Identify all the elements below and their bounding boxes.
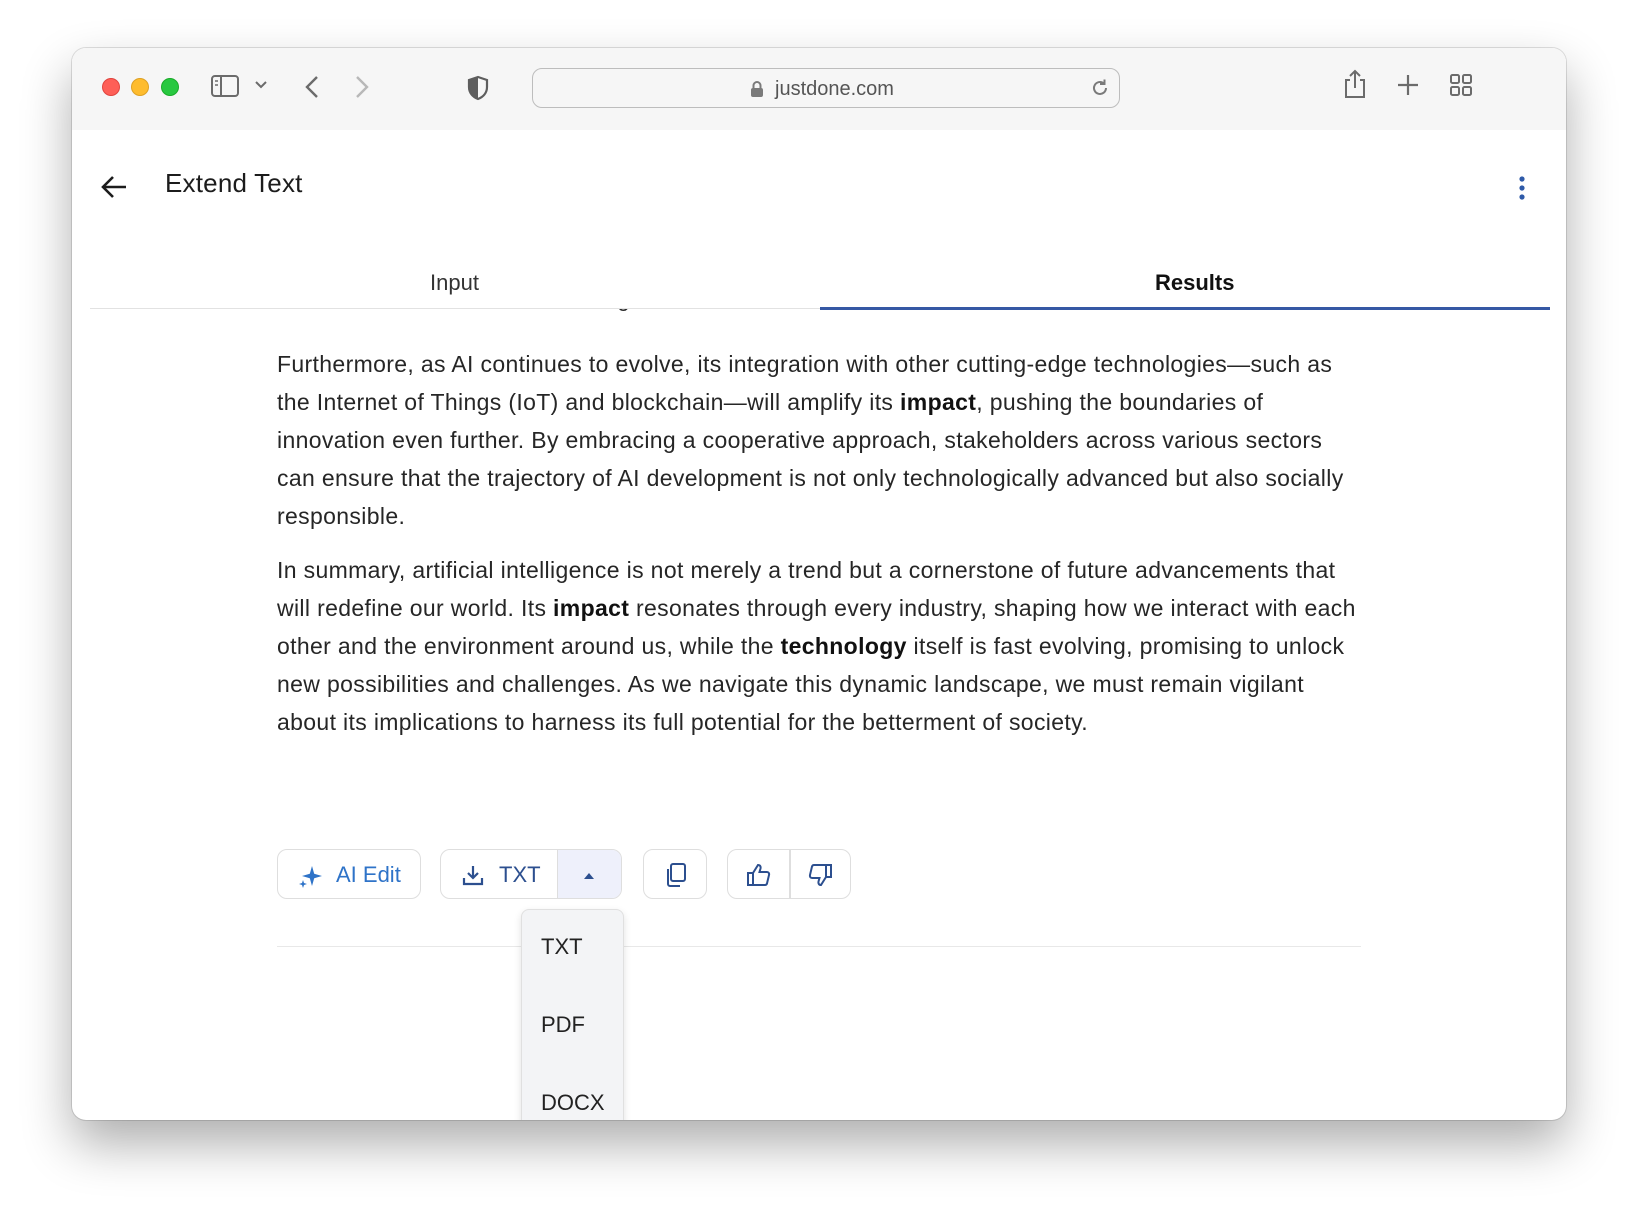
tab-overview-icon[interactable] [1449, 73, 1473, 97]
sidebar-toggle-icon[interactable] [210, 72, 242, 100]
keyword-bold: impact [553, 595, 630, 621]
result-paragraph-2: In summary, artificial intelligence is n… [277, 551, 1357, 741]
page-title: Extend Text [165, 168, 303, 198]
download-button-group: TXT [440, 849, 622, 899]
result-paragraph-1: Furthermore, as AI continues to evolve, … [277, 345, 1357, 535]
chevron-down-icon[interactable] [254, 78, 268, 92]
back-arrow-icon[interactable] [100, 174, 128, 205]
app-header: Extend Text [72, 130, 1566, 250]
minimize-window-button[interactable] [131, 78, 149, 96]
address-bar[interactable]: justdone.com [532, 68, 1120, 108]
copy-button[interactable] [643, 849, 707, 899]
ai-edit-button[interactable]: AI Edit [277, 849, 421, 899]
zoom-window-button[interactable] [161, 78, 179, 96]
forward-icon[interactable] [352, 73, 372, 101]
lock-icon [750, 80, 764, 103]
more-options-icon[interactable] [1518, 175, 1526, 206]
copy-icon [664, 862, 688, 893]
browser-toolbar: justdone.com [72, 48, 1566, 131]
keyword-bold: technology [780, 633, 907, 659]
tab-input[interactable]: Input [430, 270, 479, 296]
format-dropdown-toggle[interactable] [557, 850, 621, 898]
url-text: justdone.com [775, 78, 894, 100]
close-window-button[interactable] [102, 78, 120, 96]
sparkle-icon [298, 863, 324, 894]
menu-item-txt[interactable]: TXT [541, 934, 583, 960]
browser-window: justdone.com Extend Text Input Results F… [72, 48, 1566, 1120]
back-icon[interactable] [302, 73, 322, 101]
download-format-menu: TXT PDF DOCX [521, 909, 624, 1120]
results-content: automation, and the fairness of algorith… [72, 309, 1566, 1120]
share-icon[interactable] [1342, 68, 1368, 100]
new-tab-icon[interactable] [1396, 73, 1420, 97]
download-icon [461, 863, 485, 892]
menu-item-docx[interactable]: DOCX [541, 1090, 605, 1116]
thumbs-down-icon[interactable] [807, 862, 833, 893]
feedback-divider [789, 850, 791, 898]
section-divider [277, 946, 1361, 947]
feedback-button-group [727, 849, 851, 899]
ai-edit-label: AI Edit [336, 862, 401, 887]
menu-item-pdf[interactable]: PDF [541, 1012, 585, 1038]
keyword-bold: impact [900, 389, 977, 415]
tab-bar: Input Results [90, 250, 1550, 310]
thumbs-up-icon[interactable] [746, 862, 772, 893]
download-format-label[interactable]: TXT [499, 862, 541, 888]
caret-up-icon [583, 868, 595, 886]
tab-results[interactable]: Results [1155, 270, 1234, 296]
clipped-text-line: automation, and the fairness of algorith… [277, 309, 1086, 317]
reload-icon[interactable] [1089, 77, 1111, 104]
privacy-shield-icon[interactable] [466, 74, 490, 102]
